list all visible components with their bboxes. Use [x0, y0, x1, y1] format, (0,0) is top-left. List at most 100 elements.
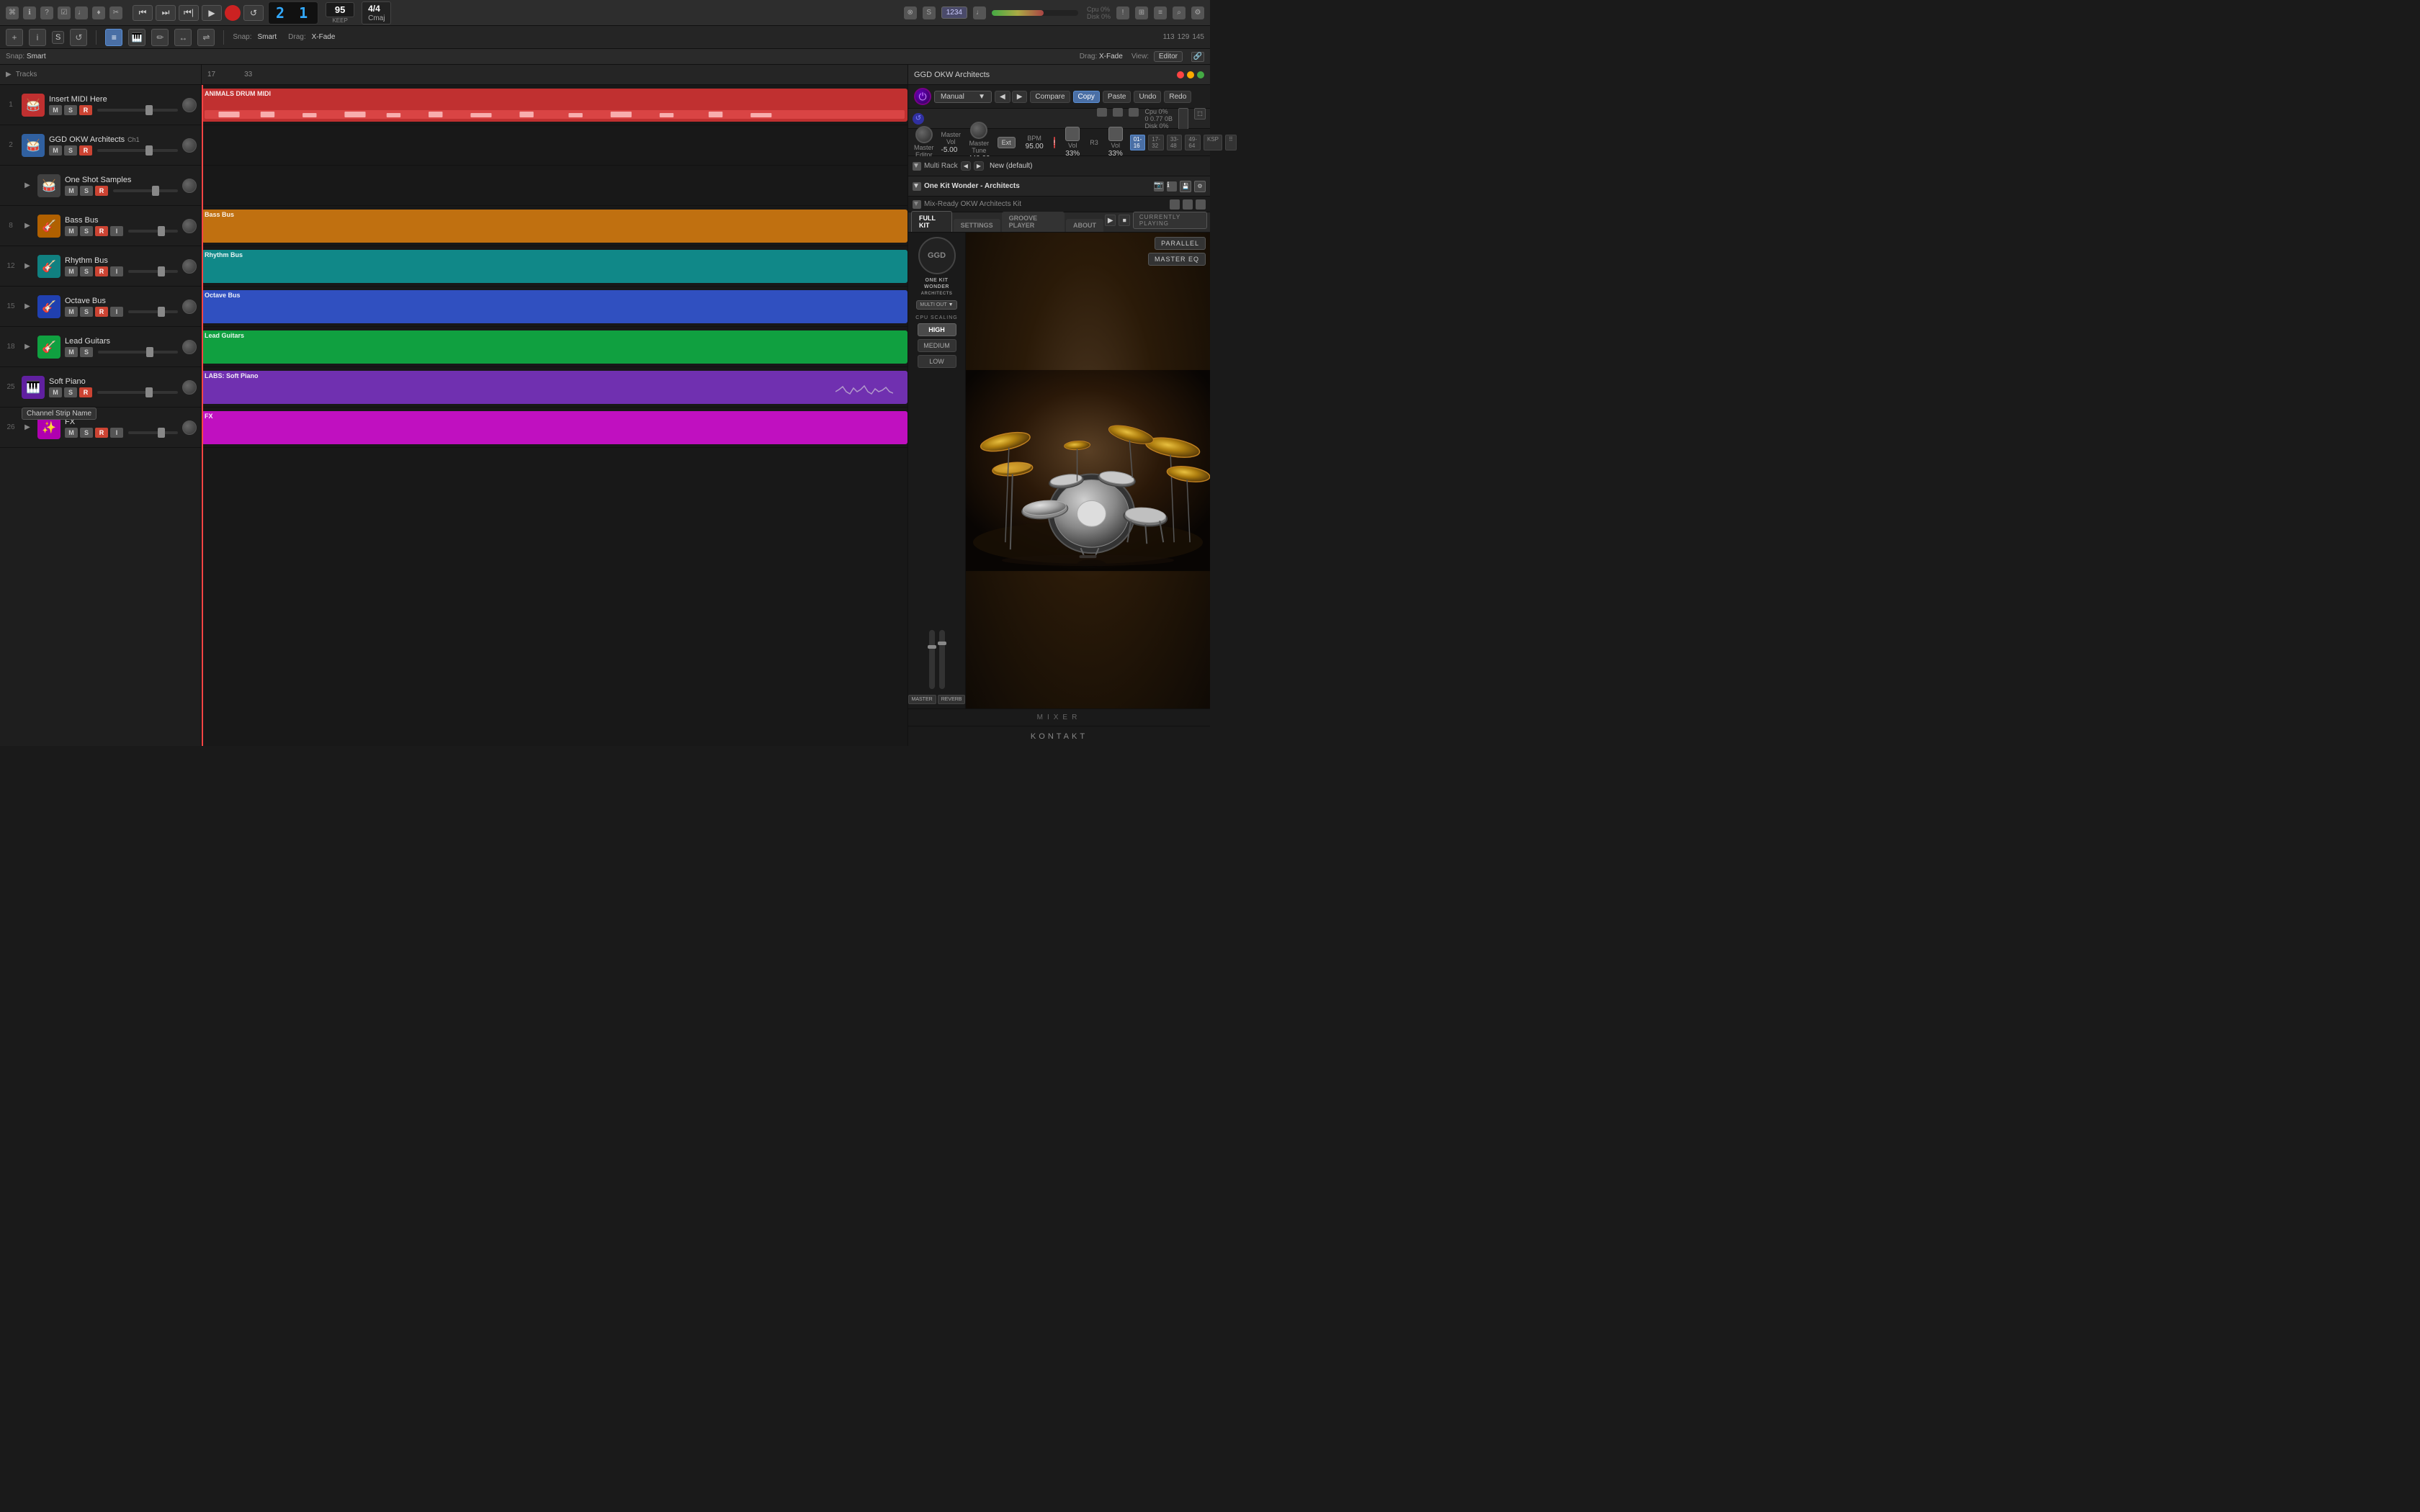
cycle-button[interactable]: ↺ — [243, 5, 264, 21]
nav-forward-button[interactable]: ▶ — [1012, 91, 1028, 103]
mute-button-3[interactable]: M — [65, 186, 78, 196]
vol-knob-26[interactable] — [182, 420, 197, 435]
alert-icon[interactable]: ! — [1116, 6, 1129, 19]
expand-icon[interactable]: ⬚ — [1194, 108, 1206, 120]
settings-icon[interactable]: ⚙ — [1191, 6, 1204, 19]
sub-icon3[interactable] — [1196, 199, 1206, 210]
solo-button-12[interactable]: S — [80, 266, 93, 276]
loop-icon[interactable]: ⇌ — [197, 29, 215, 46]
expand-button-26[interactable]: ▶ — [22, 422, 33, 433]
view-editor-btn[interactable]: Editor — [1154, 51, 1183, 62]
master-editor-knob[interactable] — [915, 126, 933, 143]
audio-block-rhythm[interactable]: Rhythm Bus — [202, 250, 908, 283]
minimize-button[interactable] — [1187, 71, 1194, 78]
input-button-15[interactable]: I — [110, 307, 123, 317]
track-fader-18[interactable] — [98, 351, 178, 354]
vol-knob-15[interactable] — [182, 300, 197, 314]
s-button[interactable]: S — [52, 31, 64, 44]
copy-button[interactable]: Copy — [1073, 91, 1100, 103]
master-vol-value[interactable]: -5.00 — [941, 146, 958, 154]
page-range-17-32[interactable]: 17-32 — [1148, 135, 1164, 150]
track-fader-2[interactable] — [97, 149, 178, 152]
inspector-icon[interactable]: i — [29, 29, 46, 46]
vol-knob-1[interactable] — [182, 98, 197, 112]
sub-expand-icon[interactable]: ▼ — [913, 200, 921, 209]
cpu-medium-button[interactable]: MEDIUM — [918, 339, 956, 352]
multirack-prev[interactable]: ◀ — [961, 161, 971, 171]
expand-button-18[interactable]: ▶ — [22, 341, 33, 353]
mute-button-15[interactable]: M — [65, 307, 78, 317]
fader-thumb-3[interactable] — [152, 186, 159, 196]
tab-about[interactable]: ABOUT — [1066, 219, 1103, 232]
page-range-01-16[interactable]: 01-16 — [1130, 135, 1146, 150]
fader-thumb-18[interactable] — [146, 347, 153, 357]
track-toggle-icon[interactable]: ▶ — [6, 71, 12, 78]
playback-icon1[interactable]: ▶ — [1105, 215, 1116, 226]
fader-handle-2[interactable] — [938, 642, 946, 645]
play-button[interactable]: ▶ — [202, 5, 222, 21]
fader-thumb-12[interactable] — [158, 266, 165, 276]
mute-button-8[interactable]: M — [65, 226, 78, 236]
grid-icon[interactable]: ⊞ — [1135, 6, 1148, 19]
cpu-low-button[interactable]: LOW — [918, 355, 956, 368]
tuner-icon[interactable]: ♦ — [92, 6, 105, 19]
expand-button-15[interactable]: ▶ — [22, 301, 33, 312]
fader-thumb-2[interactable] — [145, 145, 153, 156]
track-fader-1[interactable] — [97, 109, 178, 112]
mute-button-1[interactable]: M — [49, 105, 62, 115]
vol-knob-2[interactable] — [182, 138, 197, 153]
tab-groove-player[interactable]: GROOVE PLAYER — [1002, 212, 1065, 232]
vol-knob-25[interactable] — [182, 380, 197, 395]
snapshot-icon[interactable]: 📷 — [1154, 181, 1164, 192]
save-icon[interactable] — [1097, 108, 1107, 117]
maximize-button[interactable] — [1197, 71, 1204, 78]
scissors-icon[interactable]: ✂ — [109, 6, 122, 19]
page-range-more[interactable]: ⠿ — [1225, 135, 1237, 150]
track-fader-12[interactable] — [128, 270, 178, 273]
list-icon[interactable]: ≡ — [1154, 6, 1167, 19]
solo-button-3[interactable]: S — [80, 186, 93, 196]
record-button-15[interactable]: R — [95, 307, 108, 317]
mute-button-25[interactable]: M — [49, 387, 62, 397]
fader-thumb-1[interactable] — [145, 105, 153, 115]
record-button-25[interactable]: R — [79, 387, 92, 397]
compare-button[interactable]: Compare — [1030, 91, 1070, 103]
paste-button[interactable]: Paste — [1103, 91, 1131, 103]
checkbox-icon[interactable]: ☑ — [58, 6, 71, 19]
fader-handle-1[interactable] — [928, 645, 936, 649]
alert-icon2[interactable]: ! — [1054, 137, 1056, 148]
parallel-button[interactable]: PARALLEL — [1155, 237, 1206, 250]
reverb-label-btn[interactable]: REVERB — [938, 695, 966, 704]
input-button-8[interactable]: I — [110, 226, 123, 236]
arrow-icon[interactable]: ↔ — [174, 29, 192, 46]
multi-out-badge[interactable]: MULTI OUT ▼ — [916, 300, 956, 310]
solo-button-18[interactable]: S — [80, 347, 93, 357]
instrument-expand-icon[interactable]: ▼ — [913, 182, 921, 191]
track-fader-26[interactable] — [128, 431, 178, 434]
question-icon[interactable]: ? — [40, 6, 53, 19]
monitor-icon[interactable]: S — [923, 6, 936, 19]
master-label-btn[interactable]: MASTER — [908, 695, 936, 704]
pencil-icon[interactable]: ✏ — [151, 29, 169, 46]
midi-block-1[interactable]: ANIMALS DRUM MIDI — [202, 89, 908, 122]
master-tune-knob[interactable] — [970, 122, 987, 139]
audio-block-piano[interactable]: LABS: Soft Piano — [202, 371, 908, 404]
mute-button-2[interactable]: M — [49, 145, 62, 156]
track-fader-15[interactable] — [128, 310, 178, 313]
record-button-1[interactable]: R — [79, 105, 92, 115]
expand-button-8[interactable]: ▶ — [22, 220, 33, 232]
view-icon[interactable] — [1129, 108, 1139, 117]
track-fader-25[interactable] — [97, 391, 178, 394]
record-button[interactable] — [225, 5, 241, 21]
input-button-26[interactable]: I — [110, 428, 123, 438]
audio-block-octave[interactable]: Octave Bus — [202, 290, 908, 323]
mute-button-12[interactable]: M — [65, 266, 78, 276]
info-icon2[interactable]: ℹ — [1167, 181, 1177, 192]
audio-block-fx[interactable]: FX — [202, 411, 908, 444]
cpu-high-button[interactable]: HIGH — [918, 323, 956, 336]
drag-value[interactable]: X-Fade — [312, 33, 336, 41]
input-button-12[interactable]: I — [110, 266, 123, 276]
sub-icon1[interactable] — [1170, 199, 1180, 210]
audio-block-bass[interactable]: Bass Bus — [202, 210, 908, 243]
redo-button[interactable]: Redo — [1164, 91, 1191, 103]
